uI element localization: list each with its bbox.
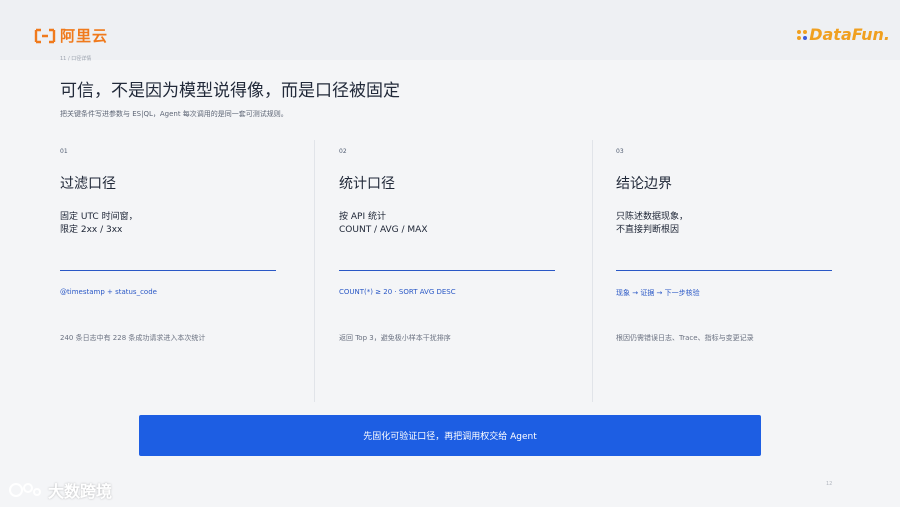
column-number: 01 xyxy=(60,148,68,155)
datafun-logo-icon xyxy=(797,29,808,40)
watermark: 大数跨境 xyxy=(8,478,112,502)
column-divider xyxy=(616,270,832,271)
column-body: 按 API 统计 COUNT / AVG / MAX xyxy=(339,212,428,235)
column-note: 根因仍需错误日志、Trace、指标与变更记录 xyxy=(616,334,754,342)
column-divider xyxy=(60,270,276,271)
watermark-text: 大数跨境 xyxy=(48,482,113,501)
column-filter: 01 过滤口径 固定 UTC 时间窗， 限定 2xx / 3xx @timest… xyxy=(60,148,276,342)
column-divider xyxy=(339,270,555,271)
column-body: 只陈述数据现象， 不直接判断根因 xyxy=(616,212,689,235)
column-boundary: 03 结论边界 只陈述数据现象， 不直接判断根因 现象 → 证据 → 下一步核验… xyxy=(616,148,832,342)
column-note: 240 条日志中有 228 条成功请求进入本次统计 xyxy=(60,334,206,342)
cta-banner: 先固化可验证口径，再把调用权交给 Agent xyxy=(139,415,761,456)
page-number: 12 xyxy=(826,481,833,487)
aliyun-logo-icon xyxy=(34,28,56,43)
column-stats: 02 统计口径 按 API 统计 COUNT / AVG / MAX COUNT… xyxy=(339,148,555,342)
page-title: 可信，不是因为模型说得像，而是口径被固定 xyxy=(60,81,400,101)
aliyun-logo-text: 阿里云 xyxy=(60,27,109,45)
breadcrumb: 11 / 口径详情 xyxy=(60,56,92,62)
column-heading: 统计口径 xyxy=(339,176,395,192)
column-key: @timestamp + status_code xyxy=(60,288,157,296)
column-heading: 结论边界 xyxy=(616,176,672,192)
column-number: 02 xyxy=(339,148,347,155)
column-heading: 过滤口径 xyxy=(60,176,116,192)
column-body: 固定 UTC 时间窗， 限定 2xx / 3xx xyxy=(60,212,138,235)
cta-label: 先固化可验证口径，再把调用权交给 Agent xyxy=(363,432,537,442)
column-note: 返回 Top 3，避免极小样本干扰排序 xyxy=(339,334,451,342)
datafun-logo: DataFun. xyxy=(795,25,890,44)
background-panel xyxy=(0,0,900,60)
datafun-logo-text: DataFun. xyxy=(809,25,890,44)
column-number: 03 xyxy=(616,148,624,155)
column-separator xyxy=(314,140,315,402)
watermark-logo-icon xyxy=(9,483,41,497)
page-subtitle: 把关键条件写进参数与 ES|QL，Agent 每次调用的是同一套可测试规则。 xyxy=(60,110,288,118)
column-key: 现象 → 证据 → 下一步核验 xyxy=(616,289,700,297)
column-key: COUNT(*) ≥ 20 · SORT AVG DESC xyxy=(339,288,456,296)
column-separator xyxy=(592,140,593,402)
aliyun-logo: 阿里云 xyxy=(34,25,108,46)
